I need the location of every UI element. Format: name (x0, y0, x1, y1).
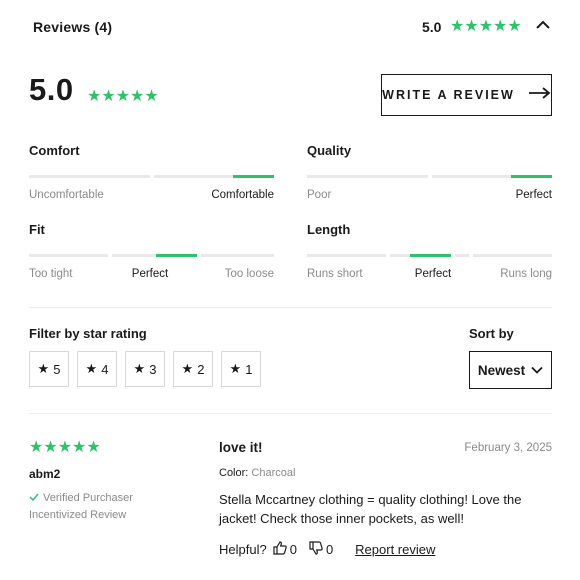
thumbs-up-count: 0 (289, 542, 297, 557)
header-stars: ★★★★★ (450, 18, 522, 35)
comfort-low-label: Uncomfortable (29, 189, 104, 201)
filter-3-star-button[interactable]: ★ 3 (125, 351, 165, 387)
write-review-label: WRITE A REVIEW (382, 88, 515, 102)
star-icon: ★ (133, 361, 146, 376)
thumbs-down-icon (309, 541, 323, 558)
fit-segment-selected (156, 254, 197, 257)
color-label: Color: (219, 467, 249, 479)
review-title: love it! (219, 440, 263, 455)
star-icon: ★ (229, 361, 242, 376)
comfort-high-label: Comfortable (211, 189, 274, 201)
thumbs-down-button[interactable]: 0 (309, 541, 333, 558)
collapse-chevron-up-icon[interactable] (535, 18, 551, 32)
sort-dropdown[interactable]: Newest (469, 351, 552, 389)
sort-selected-label: Newest (477, 362, 526, 378)
length-high-label: Runs long (500, 268, 552, 280)
length-title: Length (307, 222, 351, 237)
fit-segment-1 (29, 254, 108, 257)
star-icon: ★ (181, 361, 194, 376)
quality-title: Quality (307, 143, 352, 158)
overall-score: 5.0 (29, 72, 74, 107)
header-score: 5.0 (422, 19, 442, 35)
length-segment-3 (455, 254, 469, 257)
review-body: Stella Mccartney clothing = quality clot… (219, 492, 522, 526)
length-segment-1 (307, 254, 386, 257)
quality-low-label: Poor (307, 189, 332, 201)
divider (29, 413, 552, 414)
fit-high-label: Too loose (224, 268, 274, 280)
quality-segment-1 (307, 175, 428, 178)
incentivized-label: Incentivized Review (29, 509, 127, 521)
comfort-segment-selected (233, 175, 274, 178)
filter-4-star-button[interactable]: ★ 4 (77, 351, 117, 387)
length-segment-2 (390, 254, 410, 257)
star-icon: ★ (85, 361, 98, 376)
filter-option-label: 3 (149, 361, 157, 377)
fit-low-label: Too tight (29, 268, 73, 280)
comfort-title: Comfort (29, 143, 80, 158)
filter-option-label: 5 (53, 361, 61, 377)
fit-mid-label: Perfect (131, 268, 169, 280)
review-author: abm2 (29, 467, 61, 481)
fit-segment-3 (201, 254, 274, 257)
sort-title: Sort by (469, 326, 514, 341)
overall-stars: ★★★★★ (87, 88, 159, 105)
review-date: February 3, 2025 (464, 442, 552, 454)
comfort-segment-2 (154, 175, 233, 178)
length-segment-4 (473, 254, 552, 257)
filter-5-star-button[interactable]: ★ 5 (29, 351, 69, 387)
quality-segment-selected (511, 175, 552, 178)
star-icon: ★ (37, 361, 50, 376)
length-mid-label: Perfect (414, 268, 452, 280)
quality-high-label: Perfect (515, 189, 552, 201)
quality-segment-2 (432, 175, 511, 178)
fit-title: Fit (29, 222, 45, 237)
filter-option-label: 4 (101, 361, 109, 377)
divider (29, 307, 552, 308)
filter-2-star-button[interactable]: ★ 2 (173, 351, 213, 387)
check-icon (29, 492, 39, 504)
fit-segment-2 (112, 254, 156, 257)
filter-title: Filter by star rating (29, 326, 147, 341)
review-stars: ★★★★★ (29, 439, 101, 456)
reviews-header-title: Reviews (4) (33, 19, 113, 35)
comfort-segment-1 (29, 175, 150, 178)
verified-badge: Verified Purchaser (29, 492, 133, 504)
thumbs-up-icon (273, 541, 287, 558)
thumbs-up-button[interactable]: 0 (273, 541, 297, 558)
helpful-label: Helpful? (219, 542, 267, 557)
length-low-label: Runs short (307, 268, 363, 280)
filter-option-label: 1 (245, 361, 253, 377)
length-segment-selected (410, 254, 451, 257)
color-value: Charcoal (251, 467, 296, 479)
arrow-right-icon (528, 86, 551, 104)
write-review-button[interactable]: WRITE A REVIEW (381, 74, 552, 116)
thumbs-down-count: 0 (325, 542, 334, 557)
verified-label: Verified Purchaser (43, 492, 133, 504)
helpful-row: Helpful? 0 0 Report review (219, 541, 435, 558)
filter-1-star-button[interactable]: ★ 1 (221, 351, 261, 387)
review-color: Color: Charcoal (219, 467, 295, 479)
chevron-down-icon (531, 361, 543, 379)
filter-option-label: 2 (197, 361, 205, 377)
report-review-link[interactable]: Report review (355, 542, 435, 557)
